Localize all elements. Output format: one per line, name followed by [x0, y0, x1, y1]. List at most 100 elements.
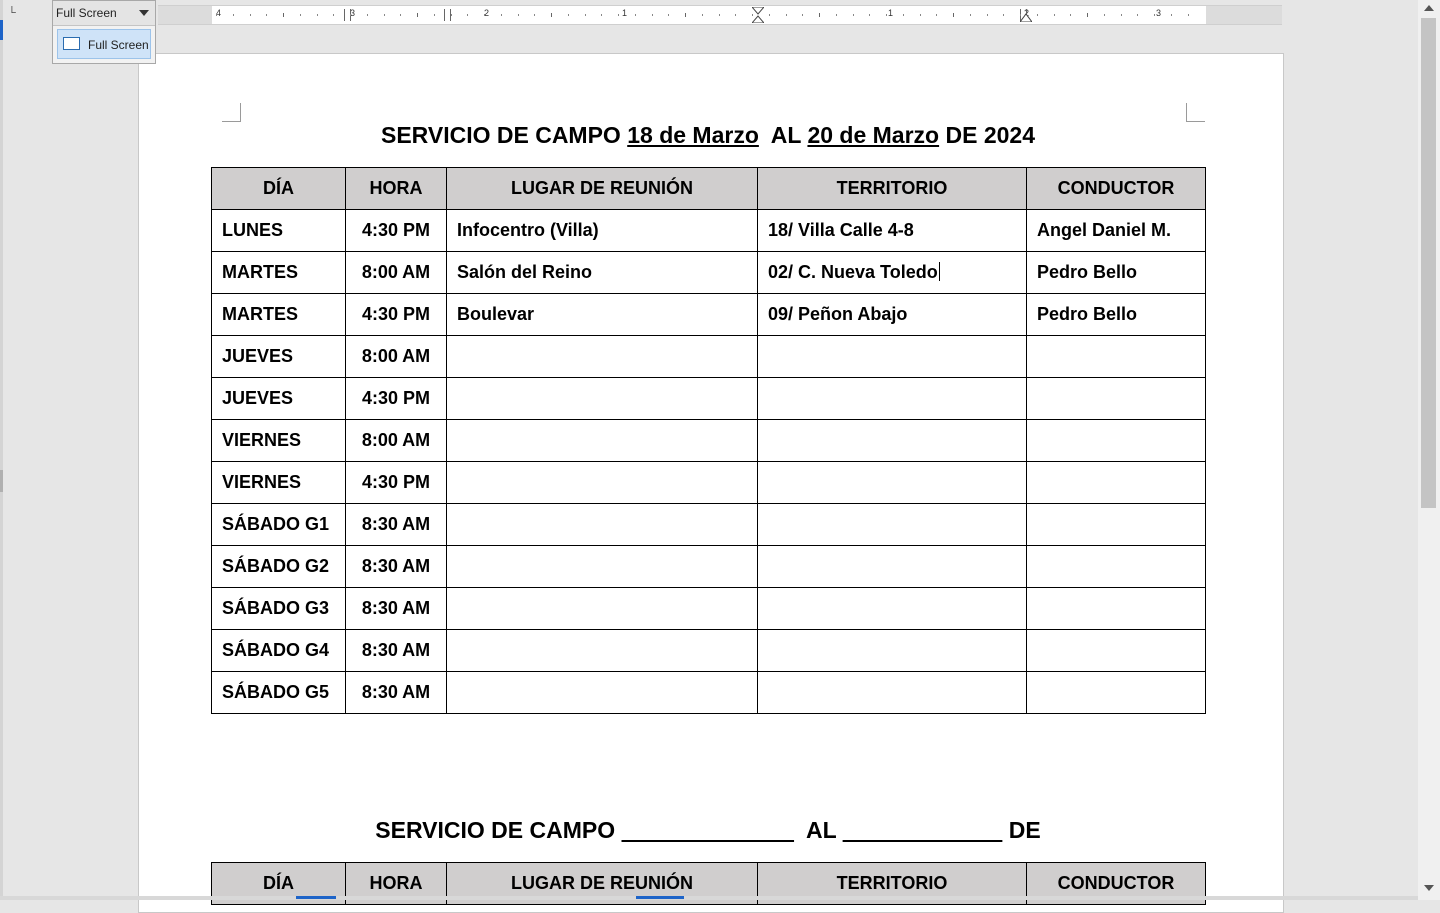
- ruler-tick: [585, 14, 586, 16]
- cell-dia[interactable]: SÁBADO G1: [211, 503, 346, 546]
- cell-hora[interactable]: 8:30 AM: [345, 671, 447, 714]
- cell-conductor[interactable]: Pedro Bello: [1026, 251, 1206, 294]
- ruler-tick: [300, 14, 301, 16]
- horizontal-ruler[interactable]: 4 3 2 1 1 2 3: [158, 5, 1282, 25]
- ruler-tick: [317, 14, 318, 16]
- horizontal-scrollbar[interactable]: [0, 896, 1418, 900]
- cell-territorio[interactable]: [757, 419, 1027, 462]
- cell-dia[interactable]: JUEVES: [211, 377, 346, 420]
- cell-conductor[interactable]: [1026, 419, 1206, 462]
- cell-conductor[interactable]: Angel Daniel M.: [1026, 209, 1206, 252]
- cell-conductor[interactable]: [1026, 461, 1206, 504]
- tab-stop-selector-icon[interactable]: └: [8, 8, 18, 19]
- view-mode-selected: Full Screen: [56, 6, 117, 20]
- cell-hora[interactable]: 8:30 AM: [345, 587, 447, 630]
- header-hora[interactable]: HORA: [345, 167, 447, 210]
- cell-hora[interactable]: 8:30 AM: [345, 545, 447, 588]
- chevron-down-icon[interactable]: [139, 10, 149, 16]
- cell-conductor[interactable]: [1026, 503, 1206, 546]
- cell-territorio[interactable]: [757, 461, 1027, 504]
- full-screen-option[interactable]: Full Screen: [57, 29, 151, 59]
- cell-conductor[interactable]: [1026, 377, 1206, 420]
- cell-hora[interactable]: 8:30 AM: [345, 503, 447, 546]
- cell-lugar[interactable]: [446, 419, 758, 462]
- cell-dia-text: JUEVES: [222, 388, 294, 408]
- cell-hora[interactable]: 8:00 AM: [345, 251, 447, 294]
- cell-territorio[interactable]: 18/ Villa Calle 4-8: [757, 209, 1027, 252]
- title-middle: AL: [758, 122, 808, 148]
- cell-lugar[interactable]: Boulevar: [446, 293, 758, 336]
- ruler-column-marker[interactable]: [444, 9, 451, 21]
- cell-dia[interactable]: LUNES: [211, 209, 346, 252]
- view-mode-dropdown[interactable]: Full Screen Full Screen: [52, 0, 156, 64]
- cell-dia[interactable]: MARTES: [211, 293, 346, 336]
- cell-hora[interactable]: 8:00 AM: [345, 335, 447, 378]
- cell-lugar[interactable]: [446, 545, 758, 588]
- ruler-tick: [501, 14, 502, 16]
- view-mode-select[interactable]: Full Screen: [53, 1, 155, 26]
- cell-hora[interactable]: 4:30 PM: [345, 377, 447, 420]
- cell-conductor[interactable]: [1026, 629, 1206, 672]
- cell-hora[interactable]: 4:30 PM: [345, 461, 447, 504]
- cell-territorio[interactable]: [757, 377, 1027, 420]
- cell-territorio[interactable]: 09/ Peñon Abajo: [757, 293, 1027, 336]
- cell-dia[interactable]: SÁBADO G3: [211, 587, 346, 630]
- cell-lugar[interactable]: [446, 629, 758, 672]
- cell-dia[interactable]: SÁBADO G4: [211, 629, 346, 672]
- cell-hora[interactable]: 4:30 PM: [345, 209, 447, 252]
- ruler-tick: [819, 13, 820, 17]
- ruler-tick: [618, 14, 619, 16]
- cell-territorio[interactable]: [757, 545, 1027, 588]
- cell-territorio[interactable]: [757, 335, 1027, 378]
- cell-lugar-text: Salón del Reino: [457, 262, 593, 282]
- cell-hora[interactable]: 8:00 AM: [345, 419, 447, 462]
- cell-territorio[interactable]: [757, 503, 1027, 546]
- cell-lugar[interactable]: [446, 377, 758, 420]
- text-cursor: [938, 262, 940, 281]
- header-lugar[interactable]: LUGAR DE REUNIÓN: [446, 167, 758, 210]
- ruler-tick: [601, 14, 602, 16]
- cell-lugar[interactable]: [446, 335, 758, 378]
- schedule-title[interactable]: SERVICIO DE CAMPO 18 de Marzo AL 20 de M…: [211, 122, 1205, 149]
- header-territorio[interactable]: TERRITORIO: [757, 167, 1027, 210]
- table-row: MARTES 8:00 AM Salón del Reino 02/ C. Nueva…: [211, 251, 1206, 294]
- cell-lugar[interactable]: [446, 503, 758, 546]
- scroll-up-icon[interactable]: [1424, 5, 1434, 11]
- scroll-down-icon[interactable]: [1424, 885, 1434, 891]
- scrollbar-thumb[interactable]: [1421, 18, 1436, 508]
- ruler-tick: [836, 14, 837, 16]
- indent-marker-icon[interactable]: [752, 7, 764, 23]
- cell-lugar[interactable]: [446, 587, 758, 630]
- cell-dia[interactable]: VIERNES: [211, 419, 346, 462]
- cell-territorio[interactable]: 02/ C. Nueva Toledo: [757, 251, 1027, 294]
- vertical-scrollbar[interactable]: [1418, 0, 1440, 900]
- cell-lugar[interactable]: [446, 461, 758, 504]
- cell-dia[interactable]: SÁBADO G2: [211, 545, 346, 588]
- cell-conductor[interactable]: [1026, 335, 1206, 378]
- cell-lugar[interactable]: Salón del Reino: [446, 251, 758, 294]
- cell-dia[interactable]: SÁBADO G5: [211, 671, 346, 714]
- table-row: SÁBADO G4 8:30 AM: [211, 629, 1206, 672]
- cell-territorio[interactable]: [757, 629, 1027, 672]
- cell-territorio[interactable]: [757, 671, 1027, 714]
- bottom-marker: [636, 896, 684, 899]
- cell-dia[interactable]: JUEVES: [211, 335, 346, 378]
- cell-hora[interactable]: 8:30 AM: [345, 629, 447, 672]
- cell-territorio[interactable]: [757, 587, 1027, 630]
- cell-conductor[interactable]: [1026, 671, 1206, 714]
- header-conductor[interactable]: CONDUCTOR: [1026, 167, 1206, 210]
- cell-lugar[interactable]: Infocentro (Villa): [446, 209, 758, 252]
- cell-hora[interactable]: 4:30 PM: [345, 293, 447, 336]
- cell-lugar[interactable]: [446, 671, 758, 714]
- cell-conductor[interactable]: [1026, 587, 1206, 630]
- schedule-title-2[interactable]: SERVICIO DE CAMPO AL DE: [211, 817, 1205, 844]
- cell-conductor[interactable]: Pedro Bello: [1026, 293, 1206, 336]
- cell-dia[interactable]: VIERNES: [211, 461, 346, 504]
- schedule-table[interactable]: DÍA HORA LUGAR DE REUNIÓN TERRITORIO CON…: [211, 167, 1206, 714]
- right-indent-marker-icon[interactable]: [1020, 12, 1032, 22]
- cell-dia[interactable]: MARTES: [211, 251, 346, 294]
- ruler-tick: [903, 14, 904, 16]
- header-dia[interactable]: DÍA: [211, 167, 346, 210]
- table-row: SÁBADO G3 8:30 AM: [211, 587, 1206, 630]
- cell-conductor[interactable]: [1026, 545, 1206, 588]
